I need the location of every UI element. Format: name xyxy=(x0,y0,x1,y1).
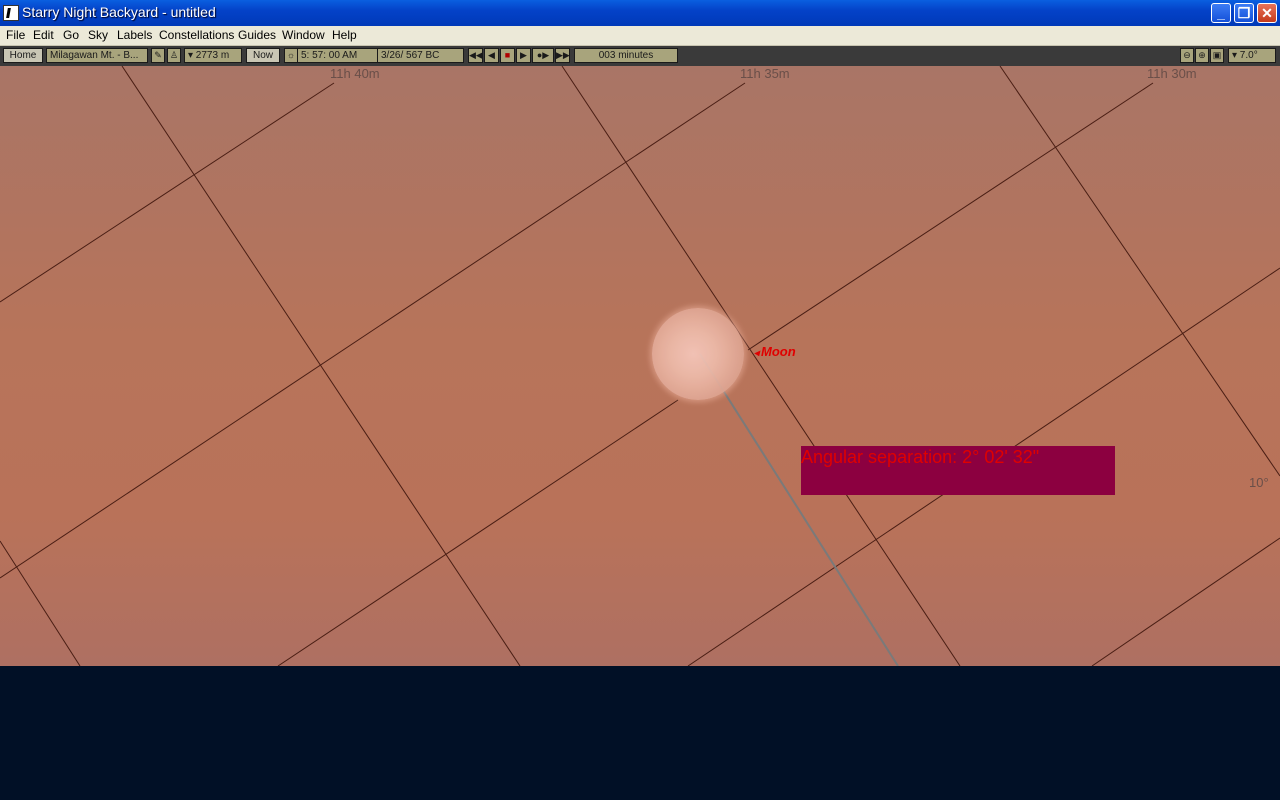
restore-icon: ❐ xyxy=(1237,5,1251,21)
moon[interactable] xyxy=(652,308,744,400)
zoom-out-icon[interactable]: ⊖ xyxy=(1180,48,1194,63)
separation-line xyxy=(699,353,899,666)
window-title: Starry Night Backyard - untitled xyxy=(22,4,216,20)
menu-help[interactable]: Help xyxy=(332,28,357,42)
menu-edit[interactable]: Edit xyxy=(33,28,54,42)
minimize-button[interactable]: _ xyxy=(1211,3,1231,23)
title-bar: Starry Night Backyard - untitled _ ❐ ✕ xyxy=(0,0,1280,26)
menu-guides[interactable]: Guides xyxy=(238,28,276,42)
observer-icon[interactable]: ♙ xyxy=(167,48,181,63)
toolbar: Home Milagawan Mt. - B... ✎ ♙ ▾ 2773 m N… xyxy=(0,46,1280,66)
ra-label: 11h 30m xyxy=(1147,66,1197,81)
date-field[interactable]: 3/26/ 567 BC xyxy=(378,48,464,63)
sun-icon: ☼ xyxy=(284,48,298,63)
moon-label-text: Moon xyxy=(761,344,796,359)
time-field[interactable]: 5: 57: 00 AM xyxy=(298,48,378,63)
horizon-ground xyxy=(0,666,1280,800)
menu-labels[interactable]: Labels xyxy=(117,28,152,42)
zoom-fit-icon[interactable]: ▣ xyxy=(1210,48,1224,63)
grid-line-ra xyxy=(121,66,521,666)
play-icon[interactable]: ▶ xyxy=(516,48,531,63)
sky-view[interactable]: 11h 40m 11h 35m 11h 30m 10° ◂ Moon Angula… xyxy=(0,66,1280,666)
grid-line-ra xyxy=(0,540,81,666)
stop-icon[interactable]: ■ xyxy=(500,48,515,63)
grid-line-dec xyxy=(747,82,1154,351)
grid-line-ra xyxy=(999,66,1280,477)
elevation-field[interactable]: ▾ 2773 m xyxy=(184,48,242,63)
ra-label: 11h 35m xyxy=(740,66,790,81)
menu-go[interactable]: Go xyxy=(63,28,79,42)
location-field[interactable]: Milagawan Mt. - B... xyxy=(46,48,148,63)
time-step-select[interactable]: 003 minutes xyxy=(574,48,678,63)
zoom-in-icon[interactable]: ⊕ xyxy=(1195,48,1209,63)
grid-line-ra xyxy=(561,66,961,666)
field-of-view-select[interactable]: ▾ 7.0° xyxy=(1228,48,1276,63)
angular-separation-text: Angular separation: 2° 02' 32" xyxy=(801,447,1040,467)
menu-file[interactable]: File xyxy=(6,28,25,42)
menu-constellations[interactable]: Constellations xyxy=(159,28,234,42)
grid-line-dec xyxy=(0,82,335,303)
grid-line-dec xyxy=(1091,537,1280,666)
now-button[interactable]: Now xyxy=(246,48,280,63)
forward-fast-icon[interactable]: ▶▶ xyxy=(555,48,570,63)
menu-sky[interactable]: Sky xyxy=(88,28,108,42)
grid-line-dec xyxy=(277,399,679,666)
close-button[interactable]: ✕ xyxy=(1257,3,1277,23)
menu-window[interactable]: Window xyxy=(282,28,325,42)
minimize-icon: _ xyxy=(1217,5,1225,21)
rewind-fast-icon[interactable]: ◀◀ xyxy=(468,48,483,63)
close-icon: ✕ xyxy=(1261,5,1273,21)
step-back-icon[interactable]: ◀ xyxy=(484,48,499,63)
restore-button[interactable]: ❐ xyxy=(1234,3,1254,23)
moon-pointer-icon: ◂ xyxy=(754,348,760,359)
menu-bar: File Edit Go Sky Labels Constellations G… xyxy=(0,26,1280,46)
dec-label: 10° xyxy=(1249,475,1269,490)
step-forward-icon[interactable]: ●▶ xyxy=(532,48,554,63)
edit-location-icon[interactable]: ✎ xyxy=(151,48,165,63)
grid-line-dec xyxy=(0,82,746,579)
coordinate-grid xyxy=(0,66,1280,666)
moon-label[interactable]: ◂ Moon xyxy=(754,344,796,359)
ra-label: 11h 40m xyxy=(330,66,380,81)
app-icon[interactable] xyxy=(3,5,19,21)
home-button[interactable]: Home xyxy=(3,48,43,63)
